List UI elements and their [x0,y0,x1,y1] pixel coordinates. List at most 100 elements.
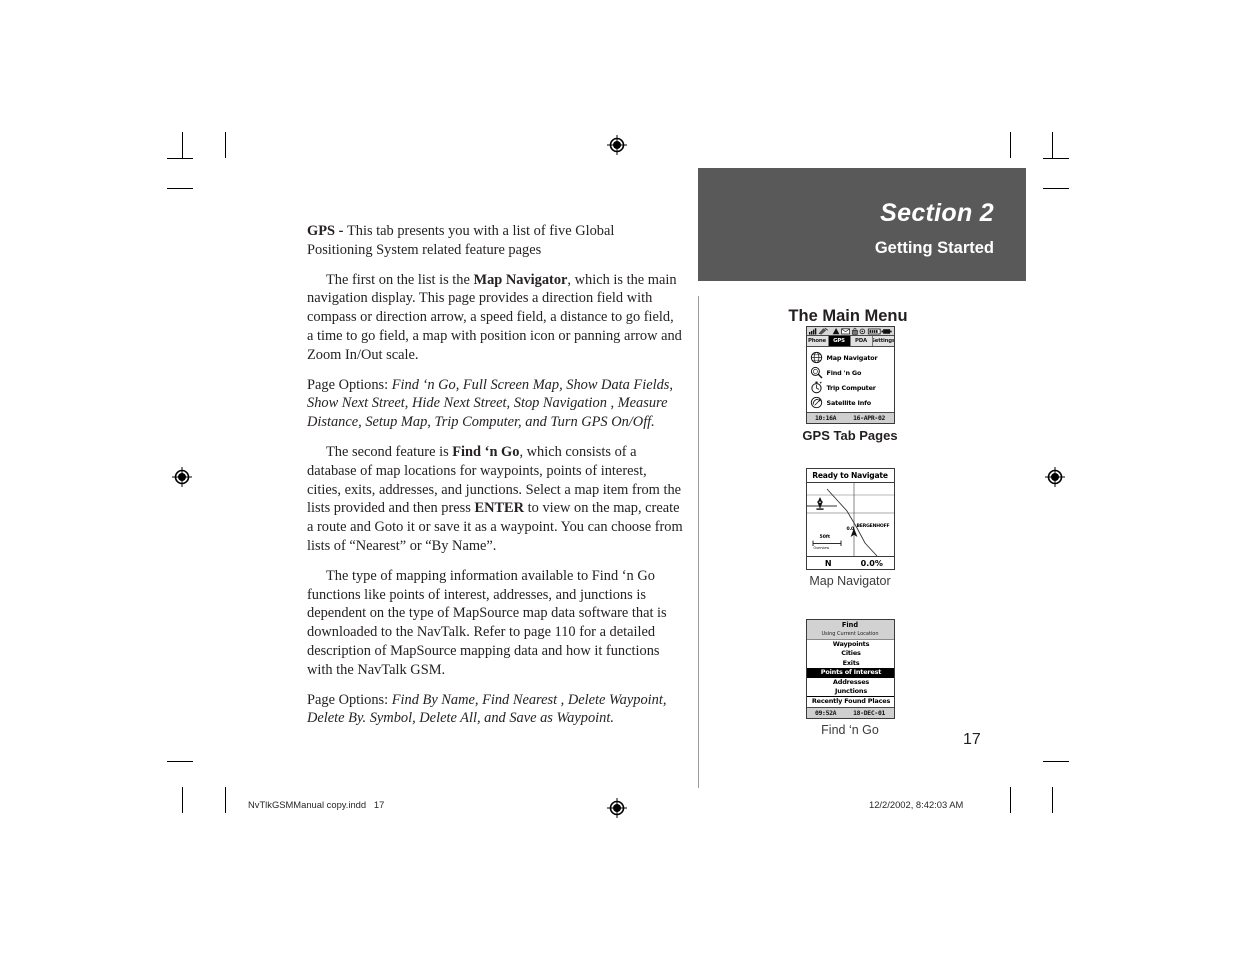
crop-mark-top-left-v2 [225,132,226,158]
menu-item-map-navigator[interactable]: Map Navigator [810,350,894,365]
map-position-value: 0.0 [846,527,855,532]
crop-mark-top-left-v [182,132,183,158]
map-viewport[interactable]: BERGENHOFF 0.0 50ft Overview [806,483,894,556]
battery-icon [867,328,881,335]
sidebar-heading: The Main Menu [788,307,908,325]
map-nav-text-a: The first on the list is the [326,271,474,288]
crop-mark-bottom-left-v2 [225,787,226,813]
body-text-column: GPS - This tab presents you with a list … [307,222,683,739]
find-header: Find Using Current Location [806,620,894,640]
column-divider-rule [698,296,699,788]
paragraph-page-options-find: Page Options: Find By Name, Find Nearest… [307,691,683,729]
globe-map-icon [810,351,823,364]
crop-mark-top-left-h [167,158,193,159]
data-field-speed: 0.0% [860,558,883,568]
map-poi-label: BERGENHOFF [856,524,890,529]
menu-item-find-n-go[interactable]: Find 'n Go [810,365,894,380]
figure-caption-find-n-go: Find ‘n Go [821,722,879,737]
enter-key-term: ENTER [474,500,525,517]
crop-mark-top-right-h2 [1043,188,1069,189]
device-status-bar [806,327,894,336]
find-subtitle: Using Current Location [821,631,879,637]
paragraph-find-n-go: The second feature is Find ‘n Go, which … [307,443,683,556]
section-subtitle: Getting Started [874,239,994,257]
crop-mark-bottom-right-v2 [1052,787,1053,813]
device-tab-gps[interactable]: GPS [828,336,851,346]
find-time: 09:52A [814,708,837,717]
device-main-menu-list: Map Navigator Find 'n Go Trip Computer S… [806,347,894,412]
device-tab-pda[interactable]: PDA [850,336,873,346]
figure-gps-tab-pages: Phone GPS PDA Settings Map Navigator [755,326,945,443]
find-n-go-term: Find ‘n Go [452,443,520,460]
lock-icon [851,327,858,335]
plug-icon [881,329,892,334]
device-tab-strip[interactable]: Phone GPS PDA Settings [806,336,894,347]
menu-item-trip-computer[interactable]: Trip Computer [810,380,894,395]
paragraph-page-options-map: Page Options: Find ‘n Go, Full Screen Ma… [307,376,683,432]
find-item-points-of-interest[interactable]: Points of Interest [806,668,894,678]
magnifier-icon [810,366,823,379]
find-title: Find [841,621,859,629]
crop-mark-bottom-left-h [167,761,193,762]
gps-intro-text: This tab presents you with a list of fiv… [307,223,615,258]
menu-item-label: Find 'n Go [826,368,862,377]
signal-bars-icon [808,328,816,335]
find-item-junctions[interactable]: Junctions [806,687,894,698]
figure-find-n-go: Find Using Current Location Waypoints Ci… [755,619,945,737]
menu-item-label: Satellite Info [826,398,872,407]
print-footer-timestamp: 12/2/2002, 8:42:03 AM [869,799,964,810]
figure-caption-map-navigator: Map Navigator [809,574,891,588]
mapsource-text: The type of mapping information availabl… [307,567,667,678]
device-screen-main-menu: Phone GPS PDA Settings Map Navigator [805,326,895,424]
menu-item-label: Map Navigator [826,353,878,362]
menu-item-label: Trip Computer [826,383,876,392]
registration-target-left [172,467,192,487]
device-screen-map-navigator: Ready to Navigate BERGENHOFF 0.0 50ft Ov… [805,468,895,570]
stopwatch-icon [810,381,823,394]
page-number: 17 [963,731,981,748]
print-footer-filename: NvTlkGSMManual copy.indd 17 [248,799,385,810]
data-field-heading: N [824,558,832,568]
triangle-alert-icon [832,328,839,335]
figure-caption-gps-tab-pages: GPS Tab Pages [802,428,898,443]
page-options-label-1: Page Options: [307,376,392,393]
map-navigator-term: Map Navigator [473,271,568,288]
registration-target-top [607,135,627,155]
crop-mark-top-right-h [1043,158,1069,159]
device-tab-settings[interactable]: Settings [872,336,894,346]
crop-mark-bottom-right-h [1043,761,1069,762]
satellite-icon [818,327,828,335]
gear-icon [859,328,865,335]
find-date: 18-DEC-01 [853,708,886,717]
status-icons-group [808,327,892,335]
map-status-title: Ready to Navigate [806,469,894,483]
sidebar-column: Section 2 Getting Started The Main Menu [698,168,1026,326]
paragraph-map-navigator: The first on the list is the Map Navigat… [307,271,683,365]
registration-target-bottom [607,798,627,818]
figure-map-navigator: Ready to Navigate BERGENHOFF 0.0 50ft Ov… [755,468,945,589]
device-screen-find: Find Using Current Location Waypoints Ci… [805,619,895,719]
device-tab-phone[interactable]: Phone [806,336,829,346]
crop-mark-top-right-v [1010,132,1011,158]
find-item-exits[interactable]: Exits [807,659,894,668]
menu-item-satellite-info[interactable]: Satellite Info [810,395,894,410]
find-footer-bar: 09:52A 18-DEC-01 [806,706,894,718]
section-title: Section 2 [880,199,994,227]
satellite-dish-icon [810,396,823,409]
find-item-recently-found-places[interactable]: Recently Found Places [807,697,894,706]
device-footer-bar: 10:16A 16-APR-02 [806,412,894,423]
find-item-waypoints[interactable]: Waypoints [807,640,894,649]
paragraph-gps-intro: GPS - This tab presents you with a list … [307,222,683,260]
find-item-cities[interactable]: Cities [807,649,894,658]
crop-mark-top-right-v2 [1052,132,1053,158]
crop-mark-bottom-right-v [1010,787,1011,813]
map-scale-value: 50ft [819,535,831,540]
envelope-icon [840,328,850,335]
find-category-list[interactable]: Waypoints Cities Exits Points of Interes… [806,640,894,707]
start-waypoint-icon [815,497,824,510]
paragraph-mapsource: The type of mapping information availabl… [307,567,683,680]
crop-mark-bottom-left-v [182,787,183,813]
registration-target-right [1045,467,1065,487]
find-item-addresses[interactable]: Addresses [807,678,894,687]
section-banner: Section 2 Getting Started [698,168,1026,281]
